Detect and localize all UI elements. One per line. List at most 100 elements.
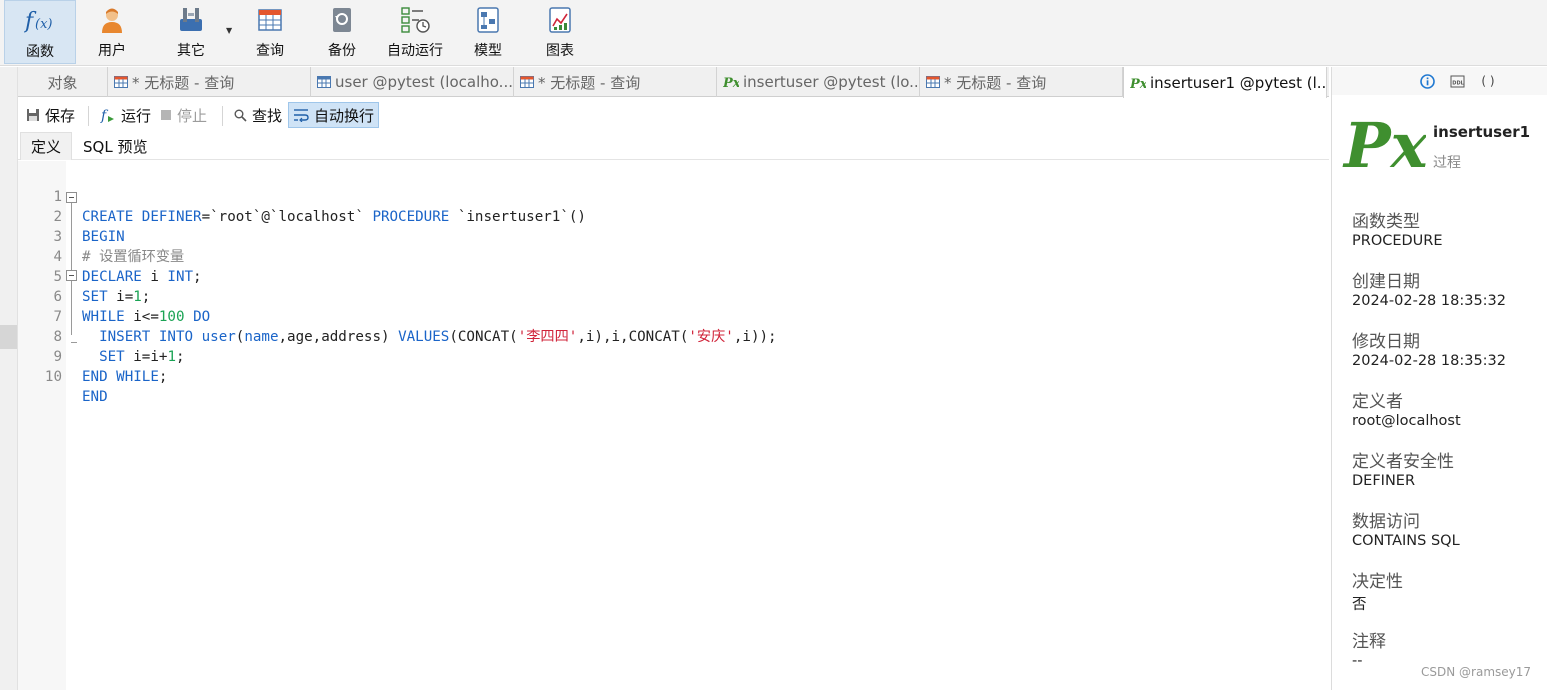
prop-label-modified-date: 修改日期 bbox=[1352, 332, 1420, 352]
line-number: 10 bbox=[44, 369, 62, 385]
tab-insertuser-procedure[interactable]: Px insertuser @pytest (lo... bbox=[717, 67, 920, 97]
query-grid-icon bbox=[926, 75, 940, 89]
procedure-icon: Px bbox=[723, 75, 739, 89]
prop-label-data-access: 数据访问 bbox=[1352, 512, 1420, 532]
save-label: 保存 bbox=[45, 106, 76, 125]
prop-label-function-type: 函数类型 bbox=[1352, 212, 1420, 232]
toolbar-function-label: 函数 bbox=[26, 44, 54, 60]
prop-value-definer: root@localhost bbox=[1352, 413, 1461, 429]
code-line: 4 DECLARE i INT; bbox=[18, 227, 1329, 285]
svg-text:Px: Px bbox=[1130, 77, 1146, 90]
run-label: 运行 bbox=[121, 106, 152, 125]
tab-user-table[interactable]: user @pytest (localho... bbox=[311, 67, 514, 97]
prop-value-created-date: 2024-02-28 18:35:32 bbox=[1352, 293, 1506, 309]
code-line: 8 SET i=i+1; bbox=[18, 307, 1329, 365]
code-line: 9 END WHILE; bbox=[18, 327, 1329, 385]
model-icon bbox=[472, 4, 504, 36]
search-icon bbox=[234, 109, 247, 122]
query-grid-icon bbox=[114, 75, 128, 89]
user-icon bbox=[96, 4, 128, 36]
chart-icon bbox=[544, 4, 576, 36]
word-wrap-icon bbox=[293, 108, 309, 122]
stop-icon bbox=[160, 109, 172, 121]
toolbar-model-button[interactable]: 模型 bbox=[456, 0, 520, 64]
definition-subtabs: 定义 SQL 预览 bbox=[18, 132, 1329, 160]
left-collapsed-panel bbox=[0, 67, 18, 690]
editor-toolbar: 保存 f 运行 停止 查找 自动换行 bbox=[18, 98, 1329, 132]
toolbar-separator bbox=[88, 106, 89, 126]
toolbar-other-button[interactable]: 其它 bbox=[156, 0, 226, 64]
other-dropdown-caret-icon[interactable]: ▼ bbox=[226, 26, 232, 35]
code-text: END bbox=[82, 389, 108, 405]
tab-objects[interactable]: 对象 bbox=[18, 67, 108, 97]
schedule-icon bbox=[399, 4, 431, 36]
find-button[interactable]: 查找 bbox=[230, 102, 286, 128]
code-text: END WHILE; bbox=[82, 369, 168, 385]
toolbar-query-label: 查询 bbox=[256, 43, 284, 59]
tab-insertuser1-procedure[interactable]: Px insertuser1 @pytest (l... bbox=[1123, 67, 1327, 98]
code-line: 2 BEGIN bbox=[18, 187, 1329, 245]
svg-text:f: f bbox=[100, 108, 109, 123]
code-line: 1 CREATE DEFINER=`root`@`localhost` PROC… bbox=[18, 167, 1329, 225]
code-line: 7 INSERT INTO user(name,age,address) VAL… bbox=[18, 287, 1329, 345]
toolbar-backup-label: 备份 bbox=[328, 43, 356, 59]
code-line: 5 SET i=1; bbox=[18, 247, 1329, 305]
tab-untitled-query-3[interactable]: * 无标题 - 查询 bbox=[920, 67, 1123, 97]
toolbar-schedule-button[interactable]: 自动运行 bbox=[380, 0, 450, 64]
ddl-icon-text: DDL bbox=[1452, 80, 1464, 86]
tab-label: * 无标题 - 查询 bbox=[944, 73, 1047, 92]
prop-value-function-type: PROCEDURE bbox=[1352, 233, 1443, 249]
tab-label: insertuser1 @pytest (l... bbox=[1150, 73, 1327, 92]
tools-icon bbox=[175, 4, 207, 36]
document-tab-bar: 对象 * 无标题 - 查询 user @pytest (localho... *… bbox=[18, 67, 1329, 98]
save-button[interactable]: 保存 bbox=[22, 102, 79, 128]
word-wrap-toggle[interactable]: 自动换行 bbox=[288, 102, 380, 128]
watermark-text: CSDN @ramsey17 bbox=[1421, 665, 1532, 679]
prop-value-data-access: CONTAINS SQL bbox=[1352, 533, 1460, 549]
prop-label-definer: 定义者 bbox=[1352, 392, 1403, 412]
table-grid-icon bbox=[317, 75, 331, 89]
query-grid-icon bbox=[520, 75, 534, 89]
ddl-icon[interactable]: DDL bbox=[1449, 73, 1465, 89]
object-type: 过程 bbox=[1433, 155, 1461, 171]
tab-untitled-query-2[interactable]: * 无标题 - 查询 bbox=[514, 67, 717, 97]
toolbar-query-button[interactable]: 查询 bbox=[238, 0, 302, 64]
left-panel-handle[interactable] bbox=[0, 325, 17, 349]
code-line: 6 WHILE i<=100 DO bbox=[18, 267, 1329, 325]
info-icon[interactable] bbox=[1419, 73, 1435, 89]
run-button[interactable]: f 运行 bbox=[96, 102, 155, 128]
prop-value-deterministic: 否 bbox=[1352, 597, 1367, 613]
main-toolbar: f (x) 函数 用户 其它 ▼ 查询 备份 自动运行 模型 图表 bbox=[0, 0, 1547, 66]
procedure-icon: Px bbox=[1130, 76, 1146, 90]
code-editor[interactable]: 1 CREATE DEFINER=`root`@`localhost` PROC… bbox=[18, 161, 1329, 690]
tab-definition-label: 定义 bbox=[31, 138, 62, 156]
tab-sql-preview[interactable]: SQL 预览 bbox=[73, 132, 157, 160]
backup-icon bbox=[326, 4, 358, 36]
prop-label-security: 定义者安全性 bbox=[1352, 452, 1454, 472]
parentheses-icon[interactable]: ( ) bbox=[1477, 73, 1499, 89]
toolbar-separator bbox=[222, 106, 223, 126]
toolbar-user-button[interactable]: 用户 bbox=[80, 0, 144, 64]
stop-button[interactable]: 停止 bbox=[156, 102, 211, 128]
toolbar-other-label: 其它 bbox=[177, 43, 205, 59]
tab-untitled-query-1[interactable]: * 无标题 - 查询 bbox=[108, 67, 311, 97]
code-line: 10 END bbox=[18, 347, 1329, 405]
tab-definition[interactable]: 定义 bbox=[20, 132, 73, 160]
procedure-large-icon: Px bbox=[1342, 105, 1429, 182]
prop-label-created-date: 创建日期 bbox=[1352, 272, 1420, 292]
toolbar-backup-button[interactable]: 备份 bbox=[310, 0, 374, 64]
info-panel-header: DDL ( ) bbox=[1332, 67, 1547, 95]
prop-value-security: DEFINER bbox=[1352, 473, 1416, 489]
toolbar-function-button[interactable]: f (x) 函数 bbox=[4, 0, 76, 64]
find-label: 查找 bbox=[252, 106, 283, 125]
word-wrap-label: 自动换行 bbox=[314, 106, 375, 125]
toolbar-chart-label: 图表 bbox=[546, 43, 574, 59]
toolbar-chart-button[interactable]: 图表 bbox=[528, 0, 592, 64]
tab-label: * 无标题 - 查询 bbox=[538, 73, 641, 92]
stop-label: 停止 bbox=[177, 106, 208, 125]
object-name: insertuser1 bbox=[1433, 123, 1531, 141]
save-icon bbox=[26, 108, 40, 122]
prop-label-deterministic: 决定性 bbox=[1352, 572, 1403, 592]
svg-text:Px: Px bbox=[723, 76, 739, 89]
toolbar-schedule-label: 自动运行 bbox=[387, 43, 443, 59]
